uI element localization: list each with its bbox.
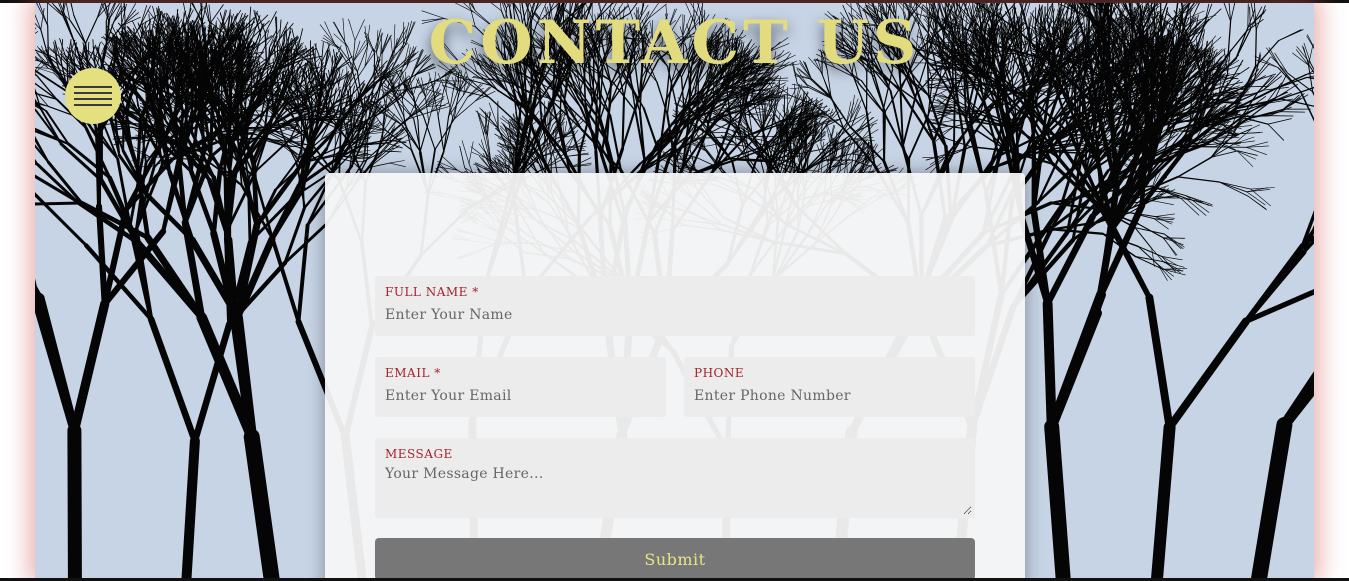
email-input[interactable]	[385, 385, 656, 407]
phone-field: PHONE	[684, 357, 975, 417]
email-field: EMAIL *	[375, 357, 666, 417]
contact-form-card: FULL NAME * EMAIL * PHONE MESSAGE Submit	[325, 173, 1025, 578]
full-name-input[interactable]	[385, 304, 965, 326]
phone-input[interactable]	[694, 385, 965, 407]
page-title: CONTACT US	[428, 8, 921, 78]
menu-button[interactable]	[65, 68, 121, 124]
email-label: EMAIL *	[385, 366, 441, 380]
message-label: MESSAGE	[385, 447, 453, 461]
full-name-label: FULL NAME *	[385, 285, 479, 299]
submit-button[interactable]: Submit	[375, 538, 975, 578]
phone-label: PHONE	[694, 366, 745, 380]
message-textarea[interactable]	[385, 466, 972, 515]
message-field: MESSAGE	[375, 438, 975, 518]
hero-background: CONTACT US FULL NAME * EMAIL * PHONE	[35, 3, 1314, 578]
full-name-field: FULL NAME *	[375, 276, 975, 336]
